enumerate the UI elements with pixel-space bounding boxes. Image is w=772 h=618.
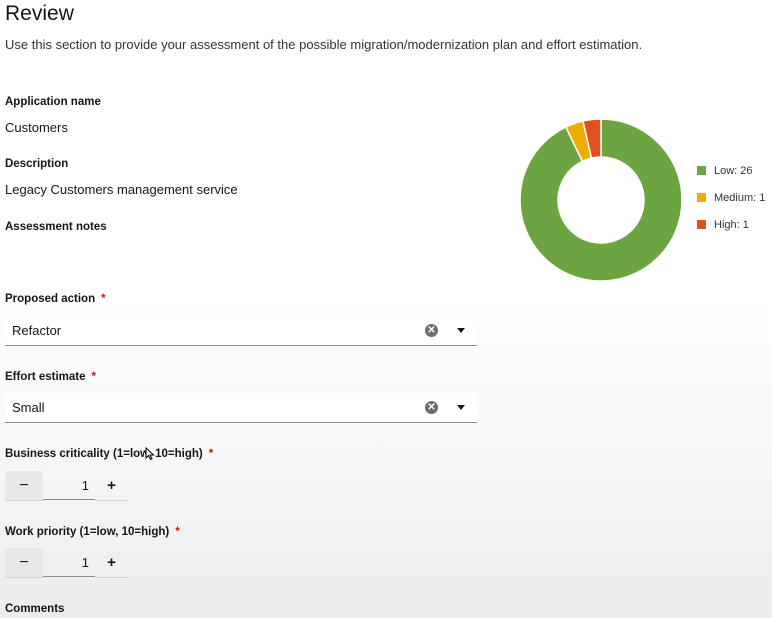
legend-label-low: Low: 26 [714, 165, 753, 177]
clear-icon[interactable]: ✕ [425, 324, 438, 337]
proposed-action-value: Refactor [12, 323, 62, 338]
effort-estimate-label: Effort estimate * [5, 371, 96, 383]
required-marker: * [175, 526, 180, 538]
business-criticality-label: Business criticality (1=low, 10=high) * [5, 448, 213, 460]
proposed-action-label-text: Proposed action [5, 293, 96, 305]
legend-swatch-high [697, 220, 706, 229]
application-name-label: Application name [5, 96, 101, 108]
increment-button[interactable]: + [95, 548, 128, 578]
proposed-action-select[interactable]: Refactor ✕ [5, 316, 477, 346]
work-priority-label-text: Work priority (1=low, 10=high) [5, 526, 170, 538]
increment-button[interactable]: + [95, 471, 128, 501]
legend-item-high: High: 1 [697, 219, 765, 233]
effort-estimate-select[interactable]: Small ✕ [5, 393, 477, 423]
legend-swatch-medium [697, 193, 706, 202]
chevron-down-icon[interactable] [457, 405, 465, 410]
mouse-cursor-icon [145, 447, 155, 461]
required-marker: * [91, 371, 97, 383]
page-title: Review [5, 2, 74, 25]
effort-estimate-label-text: Effort estimate [5, 371, 86, 383]
description-value: Legacy Customers management service [5, 182, 238, 197]
chevron-down-icon[interactable] [457, 328, 465, 333]
legend-item-medium: Medium: 1 [697, 192, 765, 206]
required-marker: * [208, 448, 214, 460]
work-priority-input[interactable]: 1 [43, 548, 95, 577]
work-priority-label: Work priority (1=low, 10=high) * [5, 526, 180, 538]
description-label: Description [5, 158, 69, 170]
work-priority-stepper: − 1 + [5, 548, 128, 578]
decrement-button[interactable]: − [5, 471, 43, 501]
proposed-action-label: Proposed action * [5, 293, 106, 305]
risk-donut-chart [519, 118, 683, 282]
comments-label: Comments [5, 603, 65, 615]
chart-legend: Low: 26 Medium: 1 High: 1 [697, 165, 765, 246]
legend-item-low: Low: 26 [697, 165, 765, 179]
required-marker: * [101, 293, 106, 305]
assessment-notes-label: Assessment notes [5, 221, 107, 233]
effort-estimate-value: Small [12, 400, 45, 415]
clear-icon[interactable]: ✕ [425, 401, 438, 414]
decrement-button[interactable]: − [5, 548, 43, 578]
page-subtitle: Use this section to provide your assessm… [5, 37, 643, 52]
business-criticality-stepper: − 1 + [5, 471, 128, 501]
legend-swatch-low [697, 166, 706, 175]
legend-label-medium: Medium: 1 [714, 192, 766, 204]
business-criticality-input[interactable]: 1 [43, 471, 95, 500]
review-page: Review Use this section to provide your … [0, 0, 772, 618]
business-criticality-label-text: Business criticality (1=low, 10=high) [5, 448, 203, 460]
application-name-value: Customers [5, 120, 68, 135]
legend-label-high: High: 1 [714, 219, 749, 231]
